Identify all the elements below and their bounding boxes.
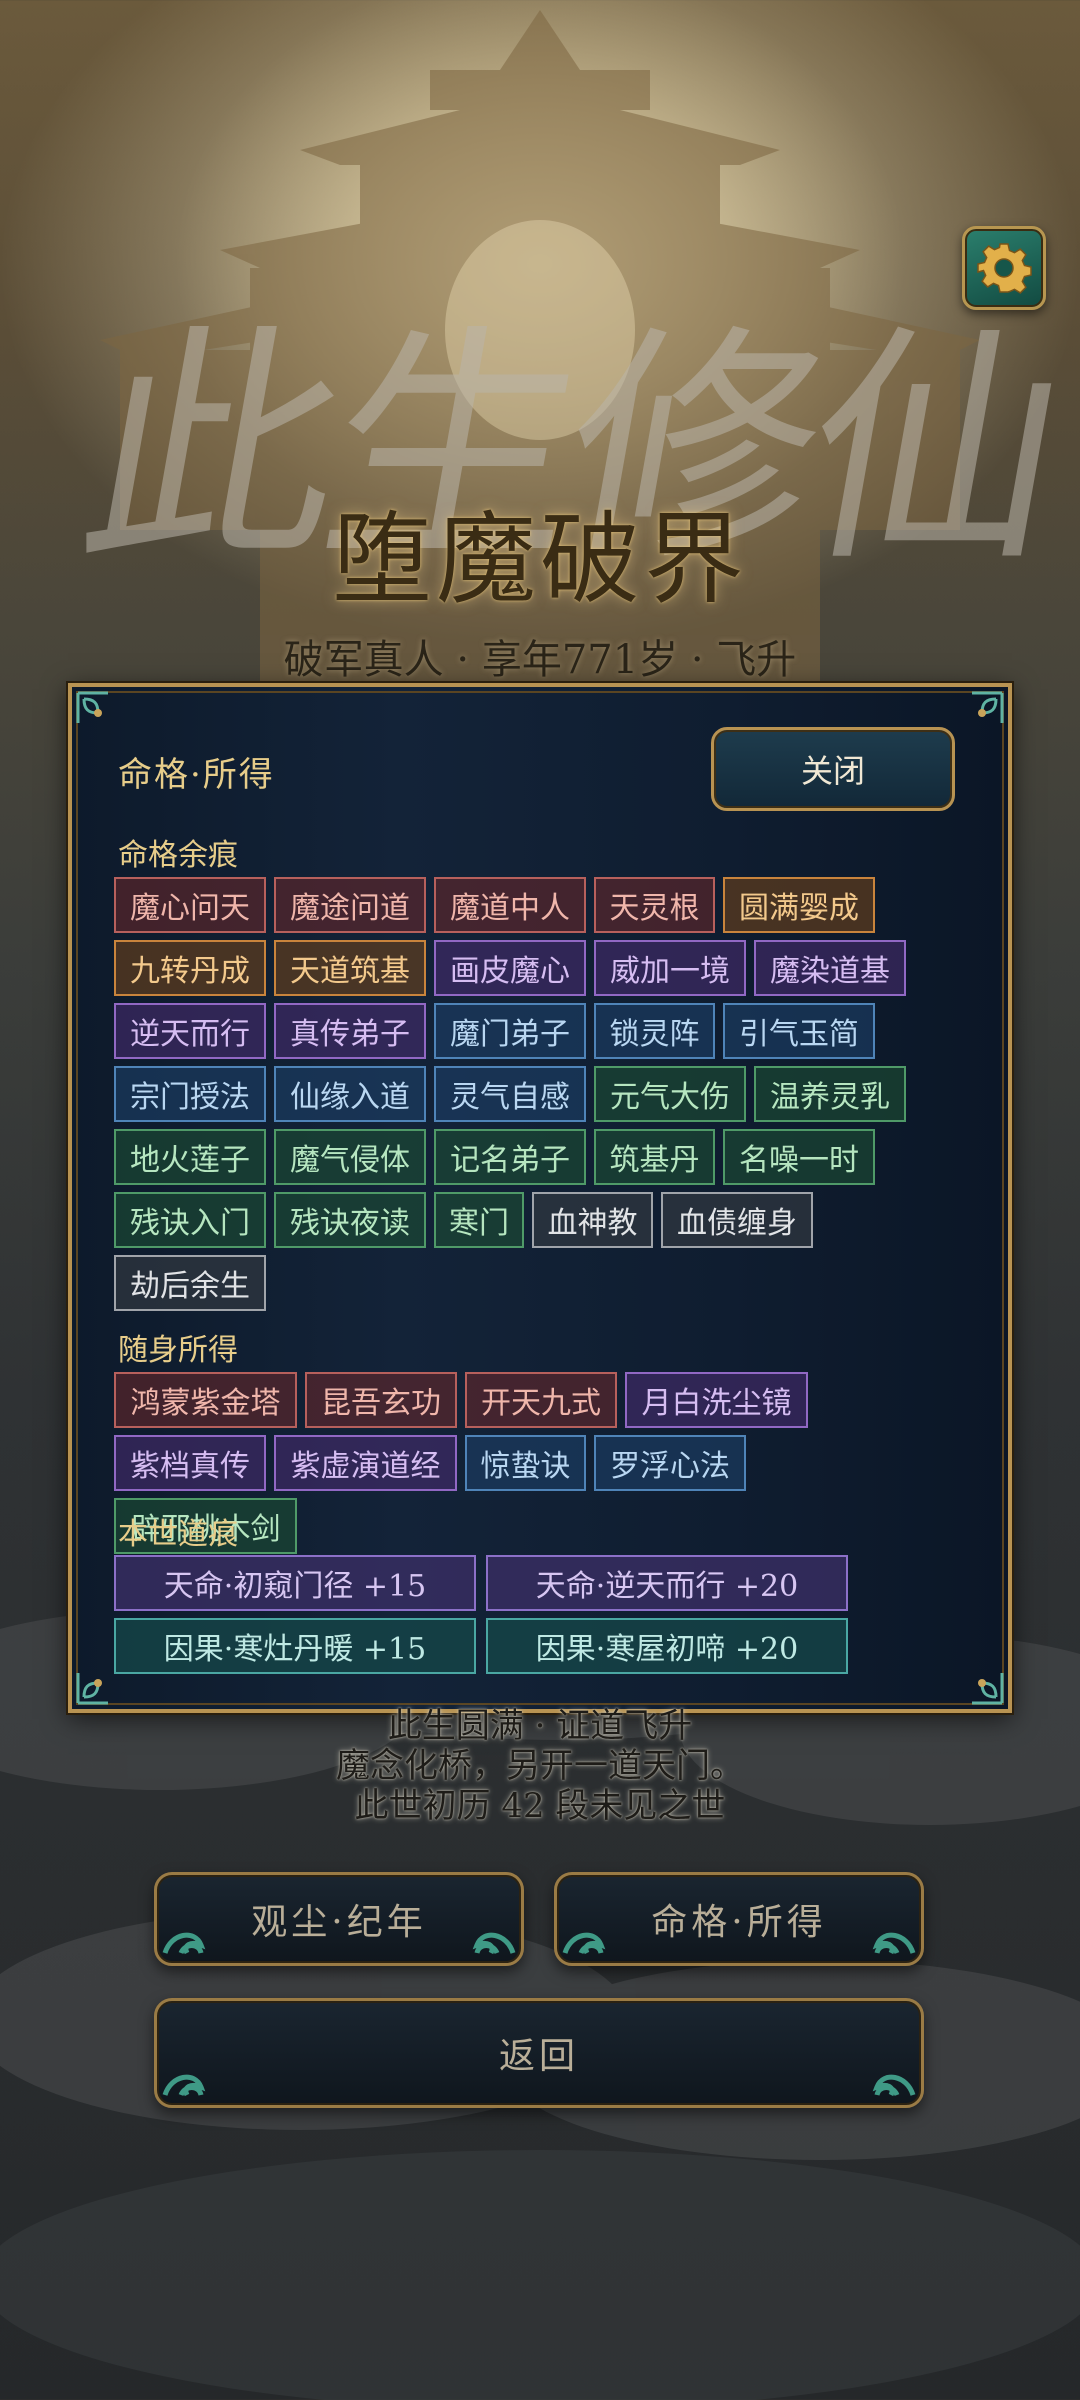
panel-title: 命格·所得 [118,755,275,795]
trait-tag[interactable]: 紫档真传 [114,1435,266,1491]
trait-tag[interactable]: 筑基丹 [594,1129,715,1185]
page-title: 堕魔破界 [332,501,748,618]
trait-tag[interactable]: 罗浮心法 [594,1435,746,1491]
trait-tag[interactable]: 宗门授法 [114,1066,266,1122]
corner-ornament-icon [972,691,1004,723]
cloud-ornament-icon [162,2074,206,2097]
trait-tag[interactable]: 天灵根 [594,877,715,933]
trait-tag[interactable]: 威加一境 [594,940,746,996]
trait-tag[interactable]: 魔心问天 [114,877,266,933]
section-label-carried-items: 随身所得 [118,1333,238,1368]
trait-tag[interactable]: 锁灵阵 [594,1003,715,1059]
dao-trace-item: 天命·初窥门径 +15 [114,1555,476,1611]
trait-tag[interactable]: 画皮魔心 [434,940,586,996]
result-line-world-count: 此世初历 42 段未见之世 [354,1786,726,1826]
trait-tag[interactable]: 开天九式 [465,1372,617,1428]
dao-trace-item: 因果·寒屋初啼 +20 [486,1618,848,1674]
gear-icon [977,243,1032,294]
trait-tag[interactable]: 魔门弟子 [434,1003,586,1059]
corner-ornament-icon [76,691,108,723]
trait-tag[interactable]: 鸿蒙紫金塔 [114,1372,297,1428]
close-button[interactable]: 关闭 [711,727,955,811]
trait-tag[interactable]: 记名弟子 [434,1129,586,1185]
dao-trace-item: 天命·逆天而行 +20 [486,1555,848,1611]
fate-gains-panel: 命格·所得 关闭 命格余痕 魔心问天 魔途问道 魔道中人 天灵根 圆满婴成九转丹成 天道筑… [68,683,1012,1713]
chronicle-button[interactable]: 观尘·纪年 [154,1872,524,1966]
trait-tag[interactable]: 元气大伤 [594,1066,746,1122]
trait-tag[interactable]: 名噪一时 [723,1129,875,1185]
trait-tag[interactable]: 惊蛰诀 [465,1435,586,1491]
trait-tag[interactable]: 圆满婴成 [723,877,875,933]
trait-tag[interactable]: 逆天而行 [114,1003,266,1059]
trait-tag[interactable]: 引气玉简 [723,1003,875,1059]
cloud-ornament-icon [162,1932,206,1955]
trait-tag[interactable]: 劫后余生 [114,1255,266,1311]
section-label-fate-traces: 命格余痕 [118,838,238,873]
character-summary: 破军真人 · 享年771岁 · 飞升 [283,637,797,683]
cloud-ornament-icon [562,1932,606,1955]
trait-tag[interactable]: 地火莲子 [114,1129,266,1185]
trait-tag[interactable]: 血债缠身 [661,1192,813,1248]
trait-tag[interactable]: 昆吾玄功 [305,1372,457,1428]
cloud-ornament-icon [872,1932,916,1955]
chronicle-button-label: 观尘·纪年 [251,1902,427,1943]
trait-tag[interactable]: 紫虚演道经 [274,1435,457,1491]
trait-tag[interactable]: 真传弟子 [274,1003,426,1059]
section-label-dao-traces: 本世道痕 [118,1517,238,1552]
corner-ornament-icon [972,1673,1004,1705]
trait-tag[interactable]: 魔气侵体 [274,1129,426,1185]
trait-tag[interactable]: 仙缘入道 [274,1066,426,1122]
fate-gains-button[interactable]: 命格·所得 [554,1872,924,1966]
settings-button[interactable] [962,226,1046,310]
cloud-ornament-icon [872,2074,916,2097]
trait-tag[interactable]: 灵气自感 [434,1066,586,1122]
trait-tag[interactable]: 月白洗尘镜 [625,1372,808,1428]
back-button-label: 返回 [498,2036,579,2077]
trait-tag[interactable]: 九转丹成 [114,940,266,996]
trait-tag[interactable]: 温养灵乳 [754,1066,906,1122]
trait-tag[interactable]: 天道筑基 [274,940,426,996]
result-line-heaven-gate: 魔念化桥，另开一道天门。 [336,1746,744,1786]
trait-tag[interactable]: 魔染道基 [754,940,906,996]
back-button[interactable]: 返回 [154,1998,924,2108]
trait-tag[interactable]: 寒门 [434,1192,524,1248]
dao-trace-item: 因果·寒灶丹暖 +15 [114,1618,476,1674]
trait-tag[interactable]: 残诀入门 [114,1192,266,1248]
trait-tag[interactable]: 残诀夜读 [274,1192,426,1248]
result-line-ascension: 此生圆满 · 证道飞升 [387,1706,693,1746]
trait-tag[interactable]: 血神教 [532,1192,653,1248]
trait-tag[interactable]: 魔途问道 [274,877,426,933]
trait-tag[interactable]: 魔道中人 [434,877,586,933]
close-button-label: 关闭 [800,752,865,790]
cloud-ornament-icon [472,1932,516,1955]
fate-gains-button-label: 命格·所得 [651,1902,827,1943]
